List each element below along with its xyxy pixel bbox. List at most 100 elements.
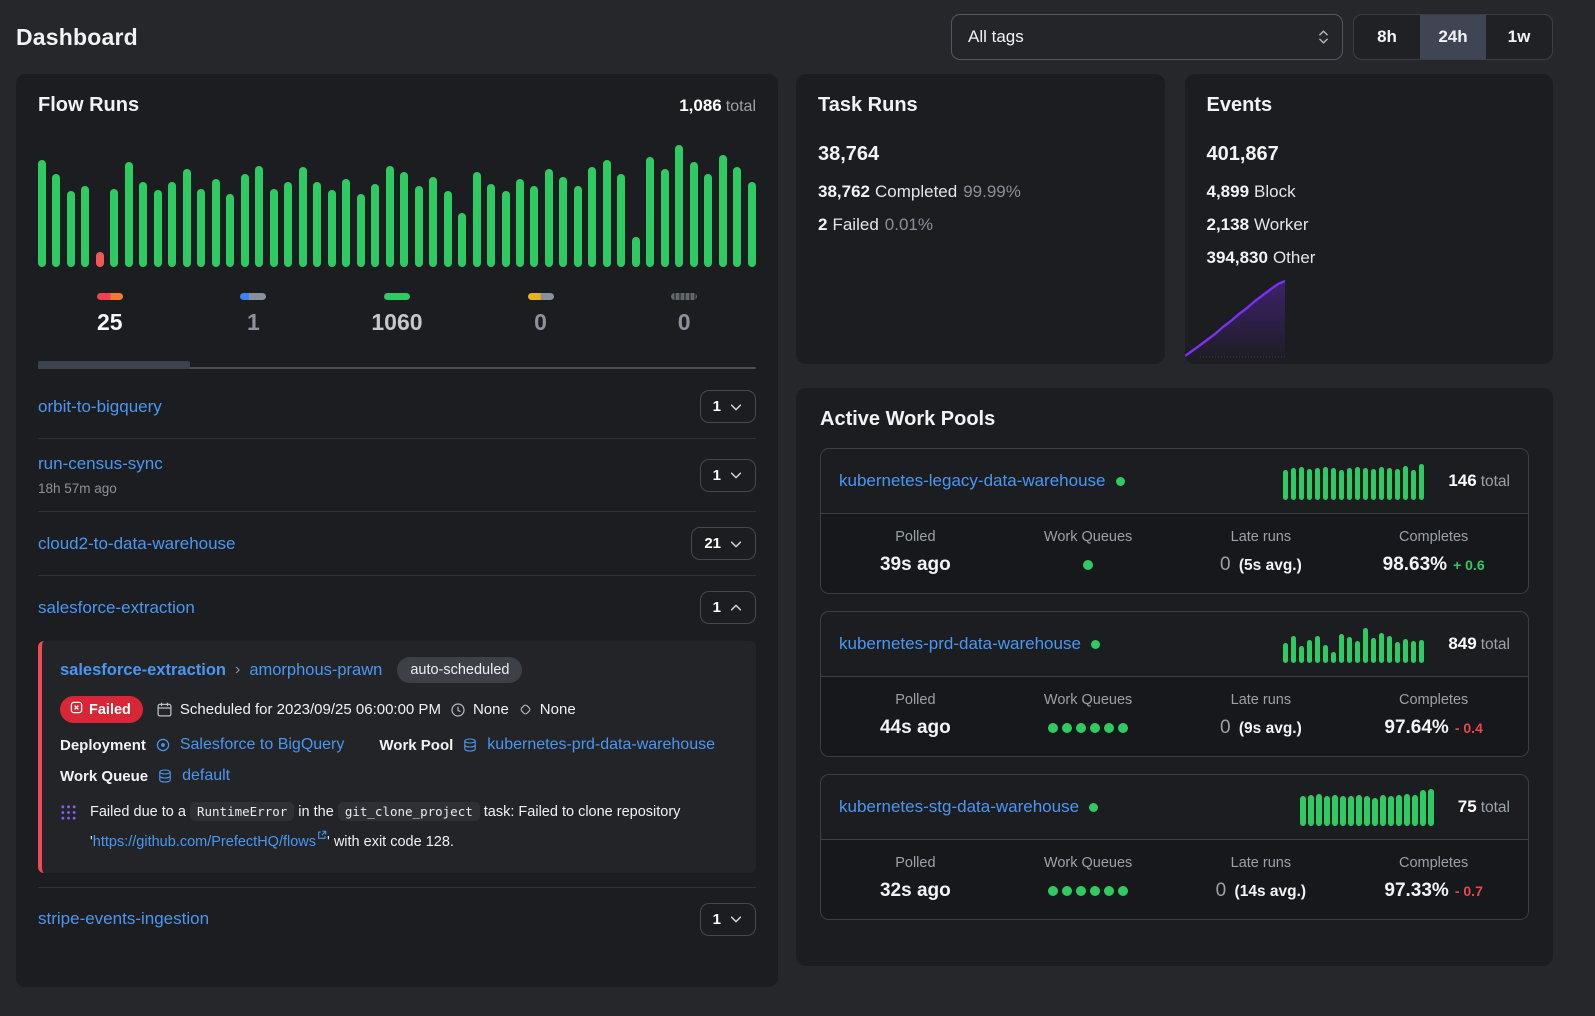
flow-run-bar — [328, 190, 336, 267]
flow-run-count: 1 — [713, 467, 721, 484]
flow-runs-scrollbar[interactable] — [38, 360, 756, 369]
queue-dot — [1104, 723, 1114, 733]
flow-link[interactable]: stripe-events-ingestion — [38, 909, 209, 928]
flow-count-toggle[interactable]: 1 — [700, 390, 756, 423]
pool-bar — [1379, 633, 1385, 663]
flow-run-bar — [168, 182, 176, 267]
completed-pct: 99.99% — [963, 182, 1021, 201]
flow-state-stat: 25 — [38, 293, 182, 336]
flow-state-stat: 1060 — [325, 293, 469, 336]
flow-run-bar — [603, 160, 611, 267]
pool-bar — [1283, 470, 1289, 500]
queue-dot — [1118, 723, 1128, 733]
flow-runs-bar-chart — [38, 145, 756, 267]
flow-run-bar — [386, 166, 394, 267]
flow-run-bar — [313, 182, 321, 267]
detail-run-link[interactable]: amorphous-prawn — [249, 661, 382, 680]
flow-run-bar — [473, 172, 481, 267]
chevron-down-icon — [729, 912, 743, 926]
events-block-line: 4,899Block — [1207, 182, 1532, 202]
time-range-24h[interactable]: 24h — [1420, 15, 1486, 59]
pool-bar — [1395, 469, 1401, 500]
pool-total-value: 849 — [1448, 634, 1476, 653]
flow-run-bar — [617, 174, 625, 267]
work-pool-link[interactable]: kubernetes-prd-data-warehouse — [487, 736, 715, 754]
pool-bar — [1411, 470, 1417, 500]
flow-link[interactable]: orbit-to-bigquery — [38, 397, 162, 416]
pool-total-value: 146 — [1448, 471, 1476, 490]
pool-bar — [1291, 636, 1297, 663]
work-pool-name-link[interactable]: kubernetes-stg-data-warehouse — [839, 797, 1079, 817]
pool-bar-chart — [1283, 462, 1425, 500]
late-runs-count: 0 — [1216, 880, 1227, 901]
breadcrumb-separator: › — [235, 661, 240, 679]
header-controls: All tags 8h24h1w — [951, 14, 1553, 60]
detail-flow-link[interactable]: salesforce-extraction — [60, 661, 226, 680]
work-queue-link[interactable]: default — [182, 767, 230, 785]
flow-link[interactable]: salesforce-extraction — [38, 598, 195, 617]
pool-bar — [1355, 467, 1361, 500]
worker-count: 2,138 — [1207, 215, 1250, 234]
work-queue-dots — [1048, 719, 1128, 738]
repository-link[interactable]: https://github.com/PrefectHQ/flows — [93, 834, 316, 850]
pool-polled-stat: Polled32s ago — [829, 855, 1002, 902]
scrollbar-thumb[interactable] — [38, 361, 190, 369]
flow-link[interactable]: run-census-sync — [38, 454, 163, 473]
state-count: 0 — [534, 309, 547, 336]
pool-bar — [1403, 639, 1409, 663]
flow-state-stat: 1 — [182, 293, 326, 336]
pool-completes-stat: Completes98.63%+ 0.6 — [1347, 529, 1520, 576]
pool-completes-stat: Completes97.64%- 0.4 — [1347, 692, 1520, 739]
flow-run-bar — [733, 167, 741, 267]
late-runs-count: 0 — [1220, 554, 1231, 575]
top-bar: Dashboard All tags 8h24h1w — [0, 0, 1595, 74]
flow-run-bar — [559, 177, 567, 267]
flow-run-bar — [371, 184, 379, 267]
time-range-1w[interactable]: 1w — [1486, 15, 1552, 59]
task-runs-completed-line: 38,762Completed99.99% — [818, 182, 1143, 202]
work-pool-name-link[interactable]: kubernetes-prd-data-warehouse — [839, 634, 1081, 654]
flow-count-toggle[interactable]: 1 — [700, 591, 756, 624]
queue-dot — [1062, 886, 1072, 896]
work-pool-label: Work Pool — [379, 737, 453, 754]
events-line-chart — [1185, 264, 1285, 364]
time-range-8h[interactable]: 8h — [1354, 15, 1420, 59]
work-pool-name-link[interactable]: kubernetes-legacy-data-warehouse — [839, 471, 1106, 491]
dashboard-grid: Flow Runs 1,086total 251106000 orbit-to-… — [0, 74, 1595, 987]
completed-count: 38,762 — [818, 182, 870, 201]
queue-dot — [1076, 723, 1086, 733]
flow-run-bar — [516, 179, 524, 267]
flow-list-row: run-census-sync18h 57m ago1 — [38, 438, 756, 511]
tags-filter-select[interactable]: All tags — [951, 14, 1343, 60]
queue-dot — [1104, 886, 1114, 896]
flow-list-row: cloud2-to-data-warehouse 21 — [38, 511, 756, 575]
flow-run-detail-panel: salesforce-extraction›amorphous-prawnaut… — [38, 641, 756, 873]
pool-bar — [1283, 643, 1289, 663]
flow-count-toggle[interactable]: 1 — [700, 903, 756, 936]
flow-count-toggle[interactable]: 1 — [700, 459, 756, 492]
pool-bar — [1364, 796, 1370, 826]
pool-bar — [1387, 636, 1393, 663]
flow-run-bar — [342, 179, 350, 267]
flow-run-bar — [690, 162, 698, 267]
calendar-icon — [156, 701, 173, 718]
deployment-pin-icon — [155, 737, 171, 753]
chevron-down-icon — [729, 400, 743, 414]
deployment-link[interactable]: Salesforce to BigQuery — [180, 736, 345, 754]
pool-bar — [1420, 790, 1426, 826]
external-link-icon — [317, 825, 327, 849]
events-card: Events 401,867 4,899Block 2,138Worker 39… — [1185, 74, 1554, 364]
flow-count-toggle[interactable]: 21 — [691, 527, 756, 560]
pool-bar — [1363, 468, 1369, 500]
flow-link[interactable]: cloud2-to-data-warehouse — [38, 534, 236, 553]
flow-runs-total-suffix: total — [726, 98, 756, 115]
task-runs-failed-line: 2Failed0.01% — [818, 215, 1143, 235]
work-pool-db-icon — [462, 737, 478, 753]
tag-none: None — [518, 701, 576, 718]
flow-run-bar — [400, 172, 408, 267]
pool-total: 75total — [1458, 797, 1510, 817]
flow-run-bar — [357, 194, 365, 267]
chevron-up-icon — [729, 601, 743, 615]
pool-late-runs-stat: Late runs0 (14s avg.) — [1175, 855, 1348, 902]
work-queue-label: Work Queue — [60, 768, 148, 785]
